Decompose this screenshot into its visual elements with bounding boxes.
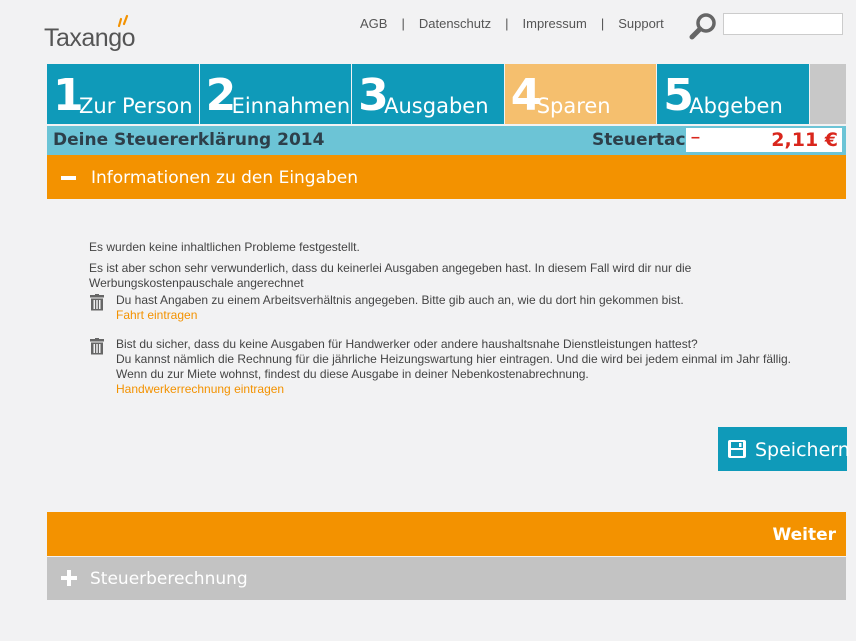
step-zur-person[interactable]: 1 Zur Person xyxy=(47,64,199,124)
step-abgeben[interactable]: 5 Abgeben xyxy=(657,64,809,124)
floppy-disk-icon xyxy=(728,440,746,458)
nav-link-support[interactable]: Support xyxy=(618,16,664,31)
search-icon[interactable] xyxy=(688,11,718,41)
step-spacer xyxy=(809,64,847,124)
hint-text: Du hast Angaben zu einem Arbeitsverhältn… xyxy=(116,293,684,307)
next-button[interactable]: Weiter xyxy=(47,512,846,556)
nav-link-agb[interactable]: AGB xyxy=(360,16,387,31)
logo-accent-icon xyxy=(117,14,129,28)
step-ausgaben[interactable]: 3 Ausgaben xyxy=(352,64,504,124)
hint-text-line2: Du kannst nämlich die Rechnung für die j… xyxy=(116,352,792,366)
next-button-label: Weiter xyxy=(772,525,836,545)
step-sparen[interactable]: 4 Sparen xyxy=(504,64,657,124)
trash-icon[interactable] xyxy=(89,338,105,355)
nav-separator: | xyxy=(600,16,605,31)
logo-text: Taxango xyxy=(44,24,136,52)
hint-item-fahrt: Du hast Angaben zu einem Arbeitsverhältn… xyxy=(89,293,819,323)
nav-separator: | xyxy=(401,16,405,31)
tax-calculation-toggle[interactable]: Steuerberechnung xyxy=(47,557,846,600)
step-label: Ausgaben xyxy=(384,94,489,118)
info-section-toggle[interactable]: Informationen zu den Eingaben xyxy=(47,155,846,199)
steuertacho-sign: – xyxy=(691,129,700,146)
tax-declaration-bar: Deine Steuererklärung 2014 Steuertacho –… xyxy=(47,126,846,155)
info-content: Es wurden keine inhaltlichen Probleme fe… xyxy=(89,240,819,397)
save-button-label: Speichern xyxy=(755,439,850,461)
hint-text-line1: Bist du sicher, dass du keine Ausgaben f… xyxy=(116,337,698,351)
steuertacho-value: 2,11 € xyxy=(771,129,838,151)
warning-message: Es ist aber schon sehr verwunderlich, da… xyxy=(89,261,692,290)
top-navigation: AGB | Datenschutz | Impressum | Support xyxy=(360,16,664,31)
collapse-icon xyxy=(61,176,76,180)
step-label: Sparen xyxy=(536,94,611,118)
steuertacho-display: – 2,11 € xyxy=(686,128,842,152)
status-message: Es wurden keine inhaltlichen Probleme fe… xyxy=(89,240,360,254)
step-navigation: 1 Zur Person 2 Einnahmen 3 Ausgaben 4 Sp… xyxy=(47,64,847,124)
expand-icon xyxy=(61,570,77,586)
step-einnahmen[interactable]: 2 Einnahmen xyxy=(199,64,352,124)
trash-icon[interactable] xyxy=(89,294,105,311)
taxango-logo[interactable]: Taxango xyxy=(44,14,164,54)
nav-separator: | xyxy=(505,16,509,31)
nav-link-impressum[interactable]: Impressum xyxy=(523,16,587,31)
tax-calculation-label: Steuerberechnung xyxy=(90,569,248,589)
step-label: Einnahmen xyxy=(231,94,351,118)
nav-link-datenschutz[interactable]: Datenschutz xyxy=(419,16,491,31)
info-section-label: Informationen zu den Eingaben xyxy=(91,168,359,188)
fahrt-eintragen-link[interactable]: Fahrt eintragen xyxy=(116,308,819,323)
page-title: Deine Steuererklärung 2014 xyxy=(53,130,325,150)
save-button[interactable]: Speichern xyxy=(718,427,850,471)
hint-text-line3: Wenn du zur Miete wohnst, findest du die… xyxy=(116,367,589,381)
handwerkerrechnung-eintragen-link[interactable]: Handwerkerrechnung eintragen xyxy=(116,382,819,397)
hint-item-handwerker: Bist du sicher, dass du keine Ausgaben f… xyxy=(89,337,819,397)
search-input[interactable] xyxy=(723,13,843,35)
step-label: Abgeben xyxy=(689,94,783,118)
step-label: Zur Person xyxy=(79,94,193,118)
